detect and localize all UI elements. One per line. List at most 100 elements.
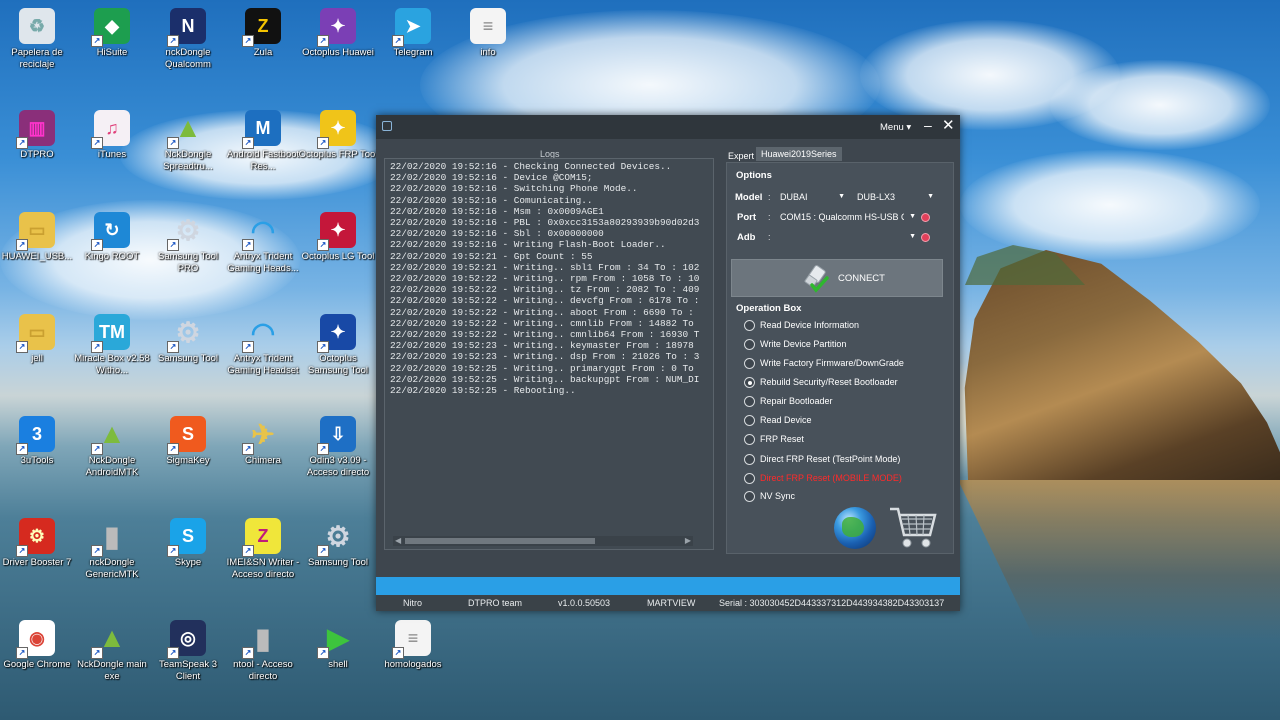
desktop-icon[interactable]: ◆ ↗ HiSuite — [72, 8, 152, 59]
shortcut-arrow-icon: ↗ — [242, 239, 254, 251]
desktop-icon[interactable]: ⚙ ↗ Samsung Tool — [298, 518, 378, 569]
desktop-icon[interactable]: N ↗ nckDongle Qualcomm — [148, 8, 228, 70]
desktop-icon[interactable]: ▭ ↗ HUAWEI_USB... — [0, 212, 77, 263]
operation-option[interactable]: Direct FRP Reset (MOBILE MODE) — [744, 472, 944, 486]
operation-option[interactable]: NV Sync — [744, 490, 944, 504]
desktop-icon-label: nckDongle GenericMTK — [85, 557, 139, 580]
phone-icon: ▮ ↗ — [242, 620, 281, 659]
operation-option[interactable]: Rebuild Security/Reset Bootloader — [744, 376, 944, 390]
desktop-icon[interactable]: ⚙ ↗ Samsung Tool — [148, 314, 228, 365]
desktop-icon-label: Skype — [174, 557, 202, 568]
shortcut-arrow-icon: ↗ — [317, 137, 329, 149]
shopping-cart-icon[interactable] — [888, 505, 938, 553]
variant-select[interactable]: DUB-LX3 ▼ — [857, 190, 934, 204]
desktop-icon[interactable]: S ↗ SigmaKey — [148, 416, 228, 467]
port-select[interactable]: COM15 : Qualcomm HS-USB QD ▼ — [780, 210, 916, 224]
desktop-icon[interactable]: ✦ ↗ Octoplus Huawei — [298, 8, 378, 59]
operation-option-label: Direct FRP Reset (MOBILE MODE) — [760, 473, 902, 483]
radio-button[interactable] — [744, 415, 755, 426]
logs-horizontal-scrollbar[interactable]: ◀ ▶ — [393, 536, 693, 546]
desktop-icon[interactable]: Z ↗ IMEI&SN Writer - Acceso directo — [223, 518, 303, 580]
radio-button[interactable] — [744, 339, 755, 350]
desktop-icon[interactable]: ◠ ↗ Antryx Trident Gaming Headset — [223, 314, 303, 376]
operation-option[interactable]: Write Factory Firmware/DownGrade — [744, 357, 944, 371]
desktop-icon[interactable]: TM ↗ Miracle Box v2.58 Witho... — [72, 314, 152, 376]
desktop-icon-label: Samsung Tool — [157, 353, 219, 364]
desktop-icon[interactable]: ✦ ↗ Octoplus Samsung Tool — [298, 314, 378, 376]
desktop-icon[interactable]: ▲ ↗ NckDongle Spreadtru... — [148, 110, 228, 172]
operation-option[interactable]: Write Device Partition — [744, 338, 944, 352]
scrollbar-thumb[interactable] — [405, 538, 595, 544]
desktop-icon[interactable]: ▭ ↗ jell — [0, 314, 77, 365]
desktop-icon-label: Papelera de reciclaje — [11, 47, 63, 70]
desktop-icon[interactable]: ≡ ↗ homologados — [373, 620, 453, 671]
radio-button[interactable] — [744, 491, 755, 502]
desktop-icon[interactable]: ♫ ↗ iTunes — [72, 110, 152, 161]
radio-button[interactable] — [744, 434, 755, 445]
port-refresh-icon[interactable] — [921, 213, 930, 222]
desktop-icon[interactable]: ⚙ ↗ Samsung Tool PRO — [148, 212, 228, 274]
desktop-icon[interactable]: M ↗ Android Fastboot Res... — [223, 110, 303, 172]
desktop-icon[interactable]: ⇩ ↗ Odin3 v3.09 - Acceso directo — [298, 416, 378, 478]
desktop-icon[interactable]: ✦ ↗ Octoplus LG Tool — [298, 212, 378, 263]
desktop-icon[interactable]: ➤ ↗ Telegram — [373, 8, 453, 59]
octoplus-lg-icon: ✦ ↗ — [317, 212, 356, 251]
close-button[interactable]: ✕ — [942, 116, 955, 134]
adb-select[interactable]: ▼ — [780, 230, 916, 244]
connect-button[interactable]: CONNECT — [731, 259, 943, 297]
desktop-icon-label: Samsung Tool — [307, 557, 369, 568]
desktop-icon-label: NckDongle Spreadtru... — [163, 149, 213, 172]
scroll-left-icon[interactable]: ◀ — [395, 536, 401, 545]
radio-button[interactable] — [744, 358, 755, 369]
shortcut-arrow-icon: ↗ — [317, 35, 329, 47]
radio-button[interactable] — [744, 377, 755, 388]
globe-icon[interactable] — [834, 507, 876, 549]
title-bar[interactable]: Menu ▾ ‒ ✕ — [376, 115, 960, 139]
desktop-icon[interactable]: ▲ ↗ NckDongle AndroidMTK — [72, 416, 152, 478]
operation-option[interactable]: FRP Reset — [744, 433, 944, 447]
logs-panel[interactable]: 22/02/2020 19:52:16 - Checking Connected… — [384, 158, 714, 550]
shortcut-arrow-icon: ↗ — [242, 341, 254, 353]
desktop-icon[interactable]: ↻ ↗ Kingo ROOT — [72, 212, 152, 263]
desktop-icon[interactable]: ◠ ↗ Antryx Trident Gaming Heads... — [223, 212, 303, 274]
port-colon: : — [768, 212, 771, 222]
tab-huawei2019series[interactable]: Huawei2019Series — [756, 147, 842, 161]
menu-button[interactable]: Menu ▾ — [880, 122, 911, 133]
model-select[interactable]: DUBAI ▼ — [780, 190, 845, 204]
desktop-icon[interactable]: ▶ ↗ shell — [298, 620, 378, 671]
adb-refresh-icon[interactable] — [921, 233, 930, 242]
headset-icon: ◠ ↗ — [242, 314, 281, 353]
desktop-icon[interactable]: 3 ↗ 3uTools — [0, 416, 77, 467]
desktop-icon[interactable]: ◎ ↗ TeamSpeak 3 Client — [148, 620, 228, 682]
desktop-icon[interactable]: Z ↗ Zula — [223, 8, 303, 59]
desktop-icon[interactable]: ▥ ↗ DTPRO — [0, 110, 77, 161]
radio-button[interactable] — [744, 454, 755, 465]
desktop-icon-label: Antryx Trident Gaming Heads... — [227, 251, 299, 274]
port-value: COM15 : Qualcomm HS-USB QD — [780, 212, 904, 222]
operation-option[interactable]: Direct FRP Reset (TestPoint Mode) — [744, 453, 944, 467]
desktop-icon[interactable]: ▮ ↗ ntool - Acceso directo — [223, 620, 303, 682]
radio-button[interactable] — [744, 320, 755, 331]
scroll-right-icon[interactable]: ▶ — [685, 536, 691, 545]
desktop-icon[interactable]: ⚙ ↗ Driver Booster 7 — [0, 518, 77, 569]
radio-button[interactable] — [744, 396, 755, 407]
operation-option[interactable]: Read Device Information — [744, 319, 944, 333]
desktop-icon[interactable]: ♻ Papelera de reciclaje — [0, 8, 77, 70]
shortcut-arrow-icon: ↗ — [16, 137, 28, 149]
desktop-icon[interactable]: ▮ ↗ nckDongle GenericMTK — [72, 518, 152, 580]
desktop-icon[interactable]: S ↗ Skype — [148, 518, 228, 569]
status-version: v1.0.0.50503 — [558, 598, 611, 608]
folder-icon: ▭ ↗ — [16, 314, 55, 353]
desktop-icon[interactable]: ◉ ↗ Google Chrome — [0, 620, 77, 671]
octoplus-samsung-icon: ✦ ↗ — [317, 314, 356, 353]
desktop-icon[interactable]: ✈ ↗ Chimera — [223, 416, 303, 467]
operation-option[interactable]: Repair Bootloader — [744, 395, 944, 409]
desktop-icon[interactable]: ✦ ↗ Octoplus FRP Tool — [298, 110, 378, 161]
radio-button[interactable] — [744, 473, 755, 484]
desktop-icon[interactable]: ▲ ↗ NckDongle main exe — [72, 620, 152, 682]
minimize-button[interactable]: ‒ — [924, 117, 932, 133]
desktop-icon[interactable]: ≡ info — [448, 8, 528, 59]
tab-expert[interactable]: Expert — [728, 151, 754, 161]
text-file-icon: ≡ ↗ — [392, 620, 431, 659]
operation-option[interactable]: Read Device — [744, 414, 944, 428]
